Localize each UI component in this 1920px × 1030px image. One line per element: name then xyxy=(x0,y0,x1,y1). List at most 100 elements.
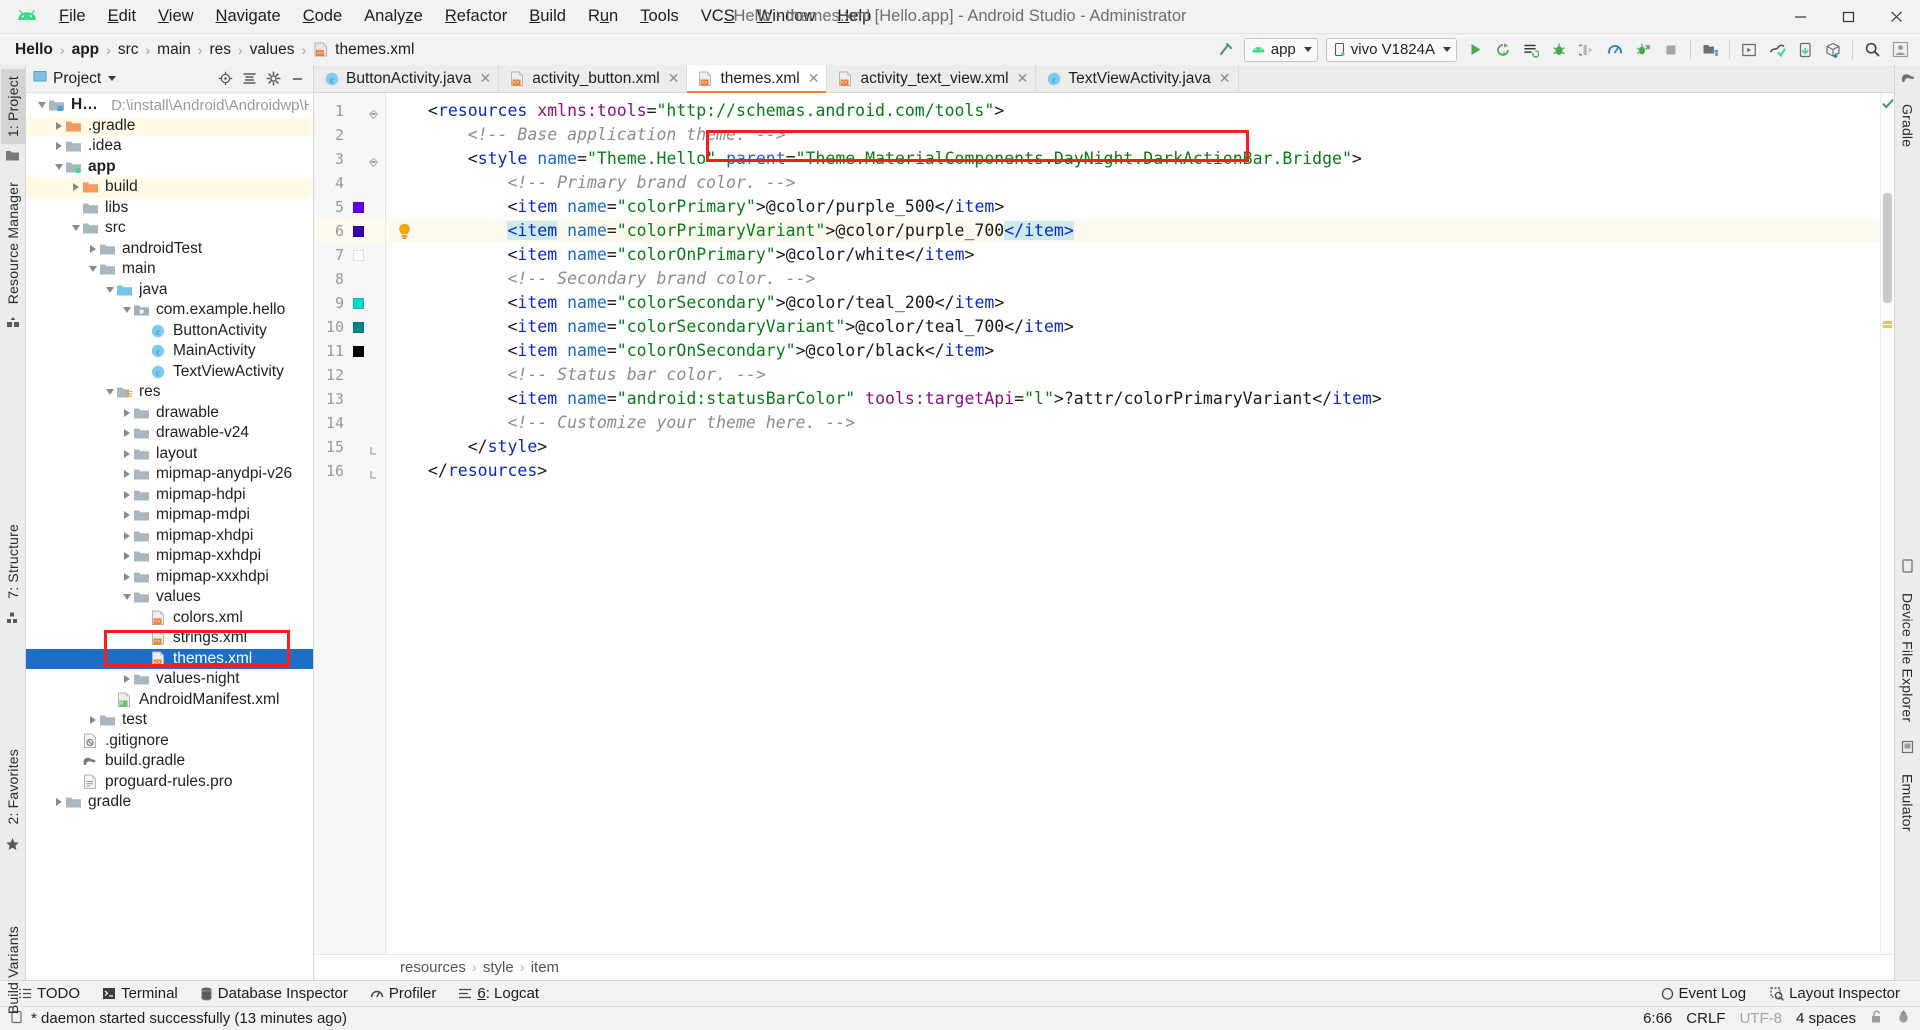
menu-item-refactor[interactable]: Refactor xyxy=(434,4,518,29)
chevron-right-icon[interactable] xyxy=(120,427,133,440)
chevron-right-icon[interactable] xyxy=(120,550,133,563)
build-hammer-icon[interactable] xyxy=(1212,37,1240,63)
chevron-down-icon[interactable] xyxy=(52,160,65,173)
device-selector[interactable]: vivo V1824A xyxy=(1325,37,1457,62)
editor-tab-activity-button-xml[interactable]: <> activity_button.xml ✕ xyxy=(499,65,688,92)
tree-item[interactable]: test xyxy=(26,710,313,731)
breadcrumb-item-hello[interactable]: Hello xyxy=(10,40,58,60)
gear-icon[interactable] xyxy=(262,68,284,90)
tree-item[interactable]: com.example.hello xyxy=(26,300,313,321)
menu-item-run[interactable]: Run xyxy=(577,4,629,29)
tree-item[interactable]: c ButtonActivity xyxy=(26,321,313,342)
breadcrumb-item-src[interactable]: src xyxy=(113,40,144,60)
tree-item[interactable]: mipmap-xhdpi xyxy=(26,526,313,547)
tree-item[interactable]: libs xyxy=(26,198,313,219)
fold-end-marker[interactable] xyxy=(368,466,379,479)
menu-item-navigate[interactable]: Navigate xyxy=(205,4,292,29)
tree-item[interactable]: .gitignore xyxy=(26,731,313,752)
tree-item[interactable]: main xyxy=(26,259,313,280)
tree-item[interactable]: Hello D:\install\Android\Androidwp\Hello xyxy=(26,95,313,116)
sidebar-item-resource-manager[interactable]: Resource Manager xyxy=(1,175,25,311)
maximize-icon[interactable] xyxy=(1824,0,1872,34)
tree-item[interactable]: build xyxy=(26,177,313,198)
chevron-right-icon[interactable] xyxy=(120,570,133,583)
tree-item[interactable]: gradle xyxy=(26,792,313,813)
chevron-right-icon[interactable] xyxy=(86,714,99,727)
menu-item-tools[interactable]: Tools xyxy=(629,4,690,29)
fold-toggle-icon[interactable] xyxy=(368,106,379,119)
color-swatch[interactable] xyxy=(353,249,364,261)
tree-item[interactable]: drawable xyxy=(26,403,313,424)
tree-item[interactable]: mipmap-anydpi-v26 xyxy=(26,464,313,485)
breadcrumb-item-res[interactable]: res xyxy=(204,40,236,60)
tree-item[interactable]: proguard-rules.pro xyxy=(26,772,313,793)
menu-item-build[interactable]: Build xyxy=(518,4,577,29)
editor-tab-themes-xml[interactable]: <> themes.xml ✕ xyxy=(687,65,828,93)
chevron-right-icon[interactable] xyxy=(120,406,133,419)
tree-item[interactable]: <> colors.xml xyxy=(26,608,313,629)
color-swatch[interactable] xyxy=(353,321,364,333)
tool-window-button-6--logcat[interactable]: 6: Logcat xyxy=(448,983,549,1004)
color-swatch[interactable] xyxy=(353,345,364,357)
menu-item-vcs[interactable]: VCS xyxy=(690,4,746,29)
breadcrumb-item-app[interactable]: app xyxy=(67,40,105,60)
menu-item-help[interactable]: Help xyxy=(826,4,882,29)
tree-item[interactable]: src xyxy=(26,218,313,239)
avd-manager-icon[interactable] xyxy=(1735,37,1763,63)
chevron-right-icon[interactable] xyxy=(52,119,65,132)
breadcrumb-item-main[interactable]: main xyxy=(152,40,196,60)
tree-item[interactable]: .gradle xyxy=(26,115,313,136)
tree-item[interactable]: drawable-v24 xyxy=(26,423,313,444)
editor-breadcrumb-item[interactable]: item xyxy=(525,959,565,976)
tree-item[interactable]: mipmap-xxxhdpi xyxy=(26,567,313,588)
tree-item[interactable]: mipmap-hdpi xyxy=(26,485,313,506)
apply-changes-icon[interactable]: A xyxy=(1489,37,1517,63)
intention-bulb-column[interactable] xyxy=(386,93,422,954)
caret-position[interactable]: 6:66 xyxy=(1643,1010,1672,1027)
color-swatch[interactable] xyxy=(353,297,364,309)
menu-item-edit[interactable]: Edit xyxy=(97,4,147,29)
minimize-icon[interactable] xyxy=(1776,0,1824,34)
attach-debugger-icon[interactable] xyxy=(1573,37,1601,63)
tool-window-button-terminal[interactable]: Terminal xyxy=(92,983,188,1004)
inspection-hector-icon[interactable] xyxy=(1897,1009,1910,1028)
tool-window-button-profiler[interactable]: Profiler xyxy=(360,983,447,1004)
menu-item-view[interactable]: View xyxy=(147,4,204,29)
close-icon[interactable]: ✕ xyxy=(1017,70,1029,87)
chevron-right-icon[interactable] xyxy=(120,447,133,460)
editor-tab-activity-text-view-xml[interactable]: <> activity_text_view.xml ✕ xyxy=(827,65,1037,92)
chevron-right-icon[interactable] xyxy=(52,796,65,809)
sidebar-item-device-file-explorer[interactable]: Device File Explorer xyxy=(1896,586,1920,729)
tool-window-button-database-inspector[interactable]: Database Inspector xyxy=(190,983,358,1004)
unlocked-padlock-icon[interactable] xyxy=(1870,1009,1883,1028)
project-tree[interactable]: Hello D:\install\Android\Androidwp\Hello.… xyxy=(26,93,313,980)
sidebar-item-gradle[interactable]: Gradle xyxy=(1896,97,1920,154)
device-file-explorer-icon[interactable] xyxy=(1791,37,1819,63)
tree-item[interactable]: values xyxy=(26,587,313,608)
module-selector[interactable]: app xyxy=(1243,37,1318,62)
profiler-gauge-icon[interactable] xyxy=(1601,37,1629,63)
chevron-down-icon[interactable] xyxy=(69,222,82,235)
tree-item[interactable]: mipmap-mdpi xyxy=(26,505,313,526)
target-crosshair-icon[interactable] xyxy=(214,68,236,90)
fold-toggle-icon[interactable] xyxy=(368,154,379,167)
sidebar-item-favorites[interactable]: 2: Favorites xyxy=(1,742,25,832)
scrollbar-thumb[interactable] xyxy=(1883,193,1892,303)
chevron-right-icon[interactable] xyxy=(120,529,133,542)
close-icon[interactable]: ✕ xyxy=(668,70,680,87)
tree-item[interactable]: androidTest xyxy=(26,239,313,260)
color-swatch[interactable] xyxy=(353,201,364,213)
minimize-dash-icon[interactable] xyxy=(286,68,308,90)
editor-breadcrumb-style[interactable]: style xyxy=(477,959,520,976)
layout-inspector-box-icon[interactable] xyxy=(1819,37,1847,63)
breadcrumb-item-themes-xml[interactable]: <> themes.xml xyxy=(308,40,419,60)
tree-item[interactable]: layout xyxy=(26,444,313,465)
tree-item[interactable]: java xyxy=(26,280,313,301)
chevron-right-icon[interactable] xyxy=(120,488,133,501)
tree-item-selected[interactable]: <> themes.xml xyxy=(26,648,313,669)
editor-gutter[interactable]: 1 2 3 4 5 6 7 8 9 10 11 12 13 14 15 16 xyxy=(314,93,386,954)
user-avatar-icon[interactable] xyxy=(1886,37,1914,63)
breadcrumb-item-values[interactable]: values xyxy=(245,40,300,60)
indent-setting[interactable]: 4 spaces xyxy=(1796,1010,1856,1027)
sidebar-item-emulator[interactable]: Emulator xyxy=(1896,767,1920,839)
